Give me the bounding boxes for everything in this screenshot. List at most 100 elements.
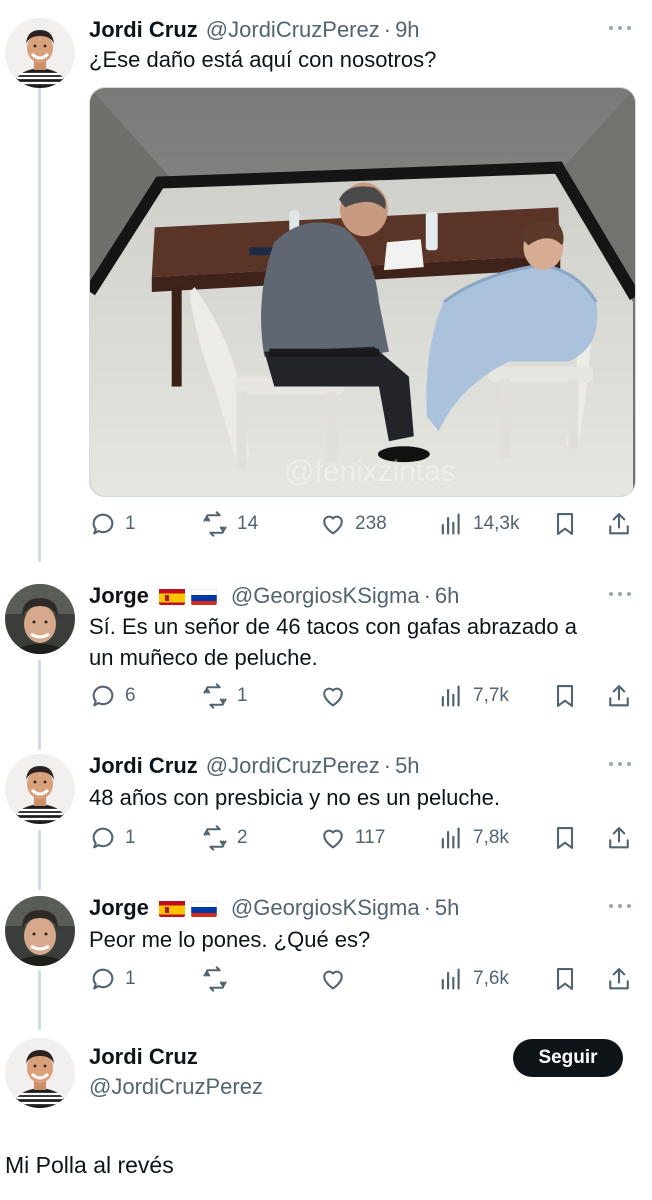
reply-icon (92, 513, 114, 535)
analytics-icon (441, 513, 460, 535)
avatar[interactable] (5, 584, 75, 654)
bookmark-button[interactable] (551, 681, 579, 711)
display-name[interactable]: Jordi Cruz (89, 753, 198, 779)
retweet-button[interactable]: 14 (201, 509, 258, 539)
bookmark-icon (556, 685, 574, 707)
tweet-actions: 1 14 238 14,3k (89, 509, 639, 539)
tweet-text-line: Sí. Es un señor de 46 tacos con gafas ab… (89, 614, 577, 639)
like-button[interactable]: 238 (319, 509, 387, 539)
heart-icon (323, 970, 343, 990)
reply-icon (92, 968, 114, 990)
like-button[interactable] (319, 964, 355, 994)
tweet[interactable]: Jorge @GeorgiosKSigma · 6h Sí. Es un señ… (0, 578, 652, 728)
reply-button[interactable]: 1 (89, 509, 136, 539)
author-handle[interactable]: @JordiCruzPerez (89, 1073, 263, 1101)
separator-dot: · (383, 17, 392, 42)
retweet-icon (203, 683, 227, 709)
bookmark-icon (556, 827, 574, 849)
bookmark-button[interactable] (551, 964, 579, 994)
like-button[interactable]: 117 (319, 823, 385, 853)
follow-button[interactable]: Seguir (513, 1039, 623, 1077)
timestamp[interactable]: 6h (435, 583, 459, 609)
tweet-header: Jorge @GeorgiosKSigma · 6h (89, 578, 459, 614)
share-icon (609, 827, 629, 849)
retweet-count: 2 (237, 827, 248, 848)
more-options-icon[interactable] (608, 900, 632, 912)
tweet[interactable]: Jordi Cruz @JordiCruzPerez · 5h 48 años … (0, 748, 652, 868)
avatar[interactable] (5, 754, 75, 824)
share-icon (609, 968, 629, 990)
separator-dot: · (423, 583, 431, 608)
bookmark-icon (556, 513, 574, 535)
user-handle[interactable]: @JordiCruzPerez (206, 753, 380, 779)
views-button[interactable]: 14,3k (437, 509, 519, 539)
share-button[interactable] (605, 681, 633, 711)
avatar[interactable] (5, 18, 75, 88)
reply-count: 1 (125, 968, 136, 989)
timestamp[interactable]: 5h (435, 895, 459, 921)
timestamp[interactable]: 9h (395, 17, 419, 43)
tweet-media[interactable]: @fenixzintas (89, 87, 636, 497)
tweet-text: Peor me lo pones. ¿Qué es? (89, 927, 371, 952)
views-button[interactable]: 7,7k (437, 681, 509, 711)
share-icon (609, 513, 629, 535)
interrogation-room-photo: @fenixzintas (90, 88, 635, 496)
tweet[interactable]: Jordi Cruz @JordiCruzPerez · 9h ¿Ese dañ… (0, 12, 652, 552)
heart-icon (323, 515, 343, 535)
views-button[interactable]: 7,8k (437, 823, 509, 853)
separator-dot: · (383, 753, 392, 778)
more-options-icon[interactable] (608, 22, 632, 34)
views-count: 7,6k (473, 968, 509, 989)
heart-icon (323, 687, 343, 707)
reply-button[interactable]: 1 (89, 964, 136, 994)
retweet-icon (203, 825, 227, 851)
analytics-icon (441, 968, 460, 990)
bookmark-icon (556, 968, 574, 990)
more-options-icon[interactable] (608, 758, 632, 770)
views-button[interactable]: 7,6k (437, 964, 509, 994)
author-display-name[interactable]: Jordi Cruz (89, 1043, 198, 1071)
share-button[interactable] (605, 964, 633, 994)
retweet-button[interactable] (201, 964, 237, 994)
reply-count: 6 (125, 685, 136, 706)
timestamp[interactable]: 5h (395, 753, 419, 779)
bookmark-button[interactable] (551, 823, 579, 853)
analytics-icon (441, 685, 460, 707)
retweet-button[interactable]: 1 (201, 681, 248, 711)
retweet-icon (203, 966, 227, 992)
russia-flag-icon (190, 587, 217, 605)
tweet-text: ¿Ese daño está aquí con nosotros? (89, 47, 437, 72)
like-button[interactable] (319, 681, 355, 711)
tweet[interactable]: Jorge @GeorgiosKSigma · 5h Peor me lo po… (0, 890, 652, 1010)
like-count: 117 (355, 827, 386, 848)
separator-dot: · (423, 895, 431, 920)
tweet-actions: 6 1 7,7k (89, 681, 639, 711)
user-handle[interactable]: @GeorgiosKSigma (231, 895, 420, 921)
views-count: 7,8k (473, 827, 509, 848)
display-name[interactable]: Jorge (89, 583, 149, 609)
tweet-actions: 1 2 117 7,8k (89, 823, 639, 853)
jordi-avatar-image (5, 754, 75, 824)
retweet-button[interactable]: 2 (201, 823, 248, 853)
avatar[interactable] (5, 896, 75, 966)
retweet-icon (203, 511, 227, 537)
user-handle[interactable]: @JordiCruzPerez (206, 17, 380, 43)
retweet-count: 1 (237, 685, 248, 706)
reply-button[interactable]: 6 (89, 681, 136, 711)
author-avatar[interactable] (5, 1038, 75, 1108)
display-name[interactable]: Jorge (89, 895, 149, 921)
reply-button[interactable]: 1 (89, 823, 136, 853)
heart-icon (323, 829, 343, 849)
tweet-text-line: un muñeco de peluche. (89, 645, 318, 670)
russia-flag-icon (190, 899, 217, 917)
user-handle[interactable]: @GeorgiosKSigma (231, 583, 420, 609)
jordi-avatar-image (5, 1038, 75, 1108)
share-button[interactable] (605, 509, 633, 539)
share-button[interactable] (605, 823, 633, 853)
name-flags (158, 899, 217, 917)
bookmark-button[interactable] (551, 509, 579, 539)
display-name[interactable]: Jordi Cruz (89, 17, 198, 43)
watermark-text: @fenixzintas (284, 455, 455, 488)
jorge-avatar-image (5, 896, 75, 966)
more-options-icon[interactable] (608, 588, 632, 600)
